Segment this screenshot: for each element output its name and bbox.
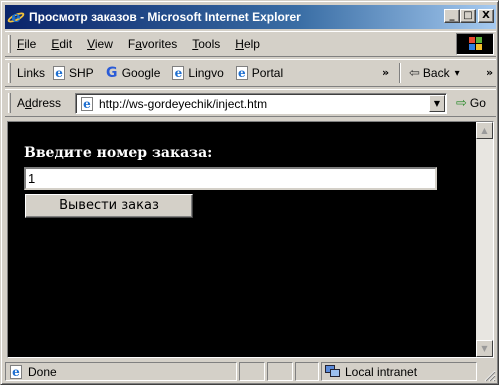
vertical-scrollbar[interactable]: ▲ ▼ — [476, 122, 493, 357]
internet-explorer-icon[interactable]: e — [6, 9, 26, 25]
windows-logo-icon — [469, 37, 483, 51]
go-button[interactable]: ⇨ Go — [456, 95, 486, 111]
links-items: Links e SHP G Google e Lingvo e Portal — [17, 60, 293, 86]
ie-page-icon: e — [234, 65, 250, 81]
status-pane-empty — [295, 362, 319, 381]
zone-text: Local intranet — [345, 364, 418, 379]
maximize-button[interactable]: □ — [460, 9, 476, 23]
toolbar-grip[interactable] — [8, 35, 11, 53]
menu-item-file[interactable]: File — [17, 37, 36, 51]
menu-item-tools[interactable]: Tools — [192, 37, 220, 51]
back-arrow-icon: ⇦ — [409, 65, 420, 80]
address-dropdown-button[interactable]: ▼ — [429, 95, 445, 112]
ie-page-icon: e — [51, 65, 67, 81]
link-portal[interactable]: e Portal — [234, 65, 283, 81]
ie-page-icon: e — [170, 65, 186, 81]
address-url[interactable]: http://ws-gordeyechik/inject.htm — [99, 97, 267, 111]
scroll-down-icon[interactable]: ▼ — [476, 340, 493, 357]
links-bar: Links e SHP G Google e Lingvo e Portal »… — [5, 59, 496, 87]
order-number-input[interactable]: 1 — [24, 167, 437, 190]
address-field[interactable]: e http://ws-gordeyechik/inject.htm ▼ — [75, 93, 447, 114]
ie-page-icon: e — [79, 96, 95, 112]
menu-item-favorites[interactable]: Favorites — [128, 37, 177, 51]
menu-item-edit[interactable]: Edit — [51, 37, 72, 51]
toolbar-separator — [399, 63, 401, 83]
status-pane-empty — [267, 362, 293, 381]
ie-window: e Просмотр заказов - Microsoft Internet … — [0, 0, 499, 385]
link-label: Portal — [251, 66, 284, 80]
window-title: Просмотр заказов - Microsoft Internet Ex… — [29, 10, 301, 24]
title-bar[interactable]: e Просмотр заказов - Microsoft Internet … — [5, 5, 496, 29]
link-label: Lingvo — [188, 66, 224, 80]
menu-items: File Edit View Favorites Tools Help — [17, 32, 275, 56]
back-label: Back — [422, 66, 450, 80]
link-label: SHP — [69, 66, 94, 80]
menu-bar: File Edit View Favorites Tools Help — [5, 31, 496, 57]
page-viewport: Введите номер заказа: 1 Вывести заказ ▲ … — [7, 121, 494, 358]
back-dropdown-icon[interactable]: ▾ — [455, 68, 460, 79]
close-button[interactable]: X — [478, 9, 494, 23]
address-label: Address — [17, 96, 62, 110]
status-text: Done — [28, 364, 57, 379]
go-label: Go — [469, 96, 486, 110]
status-bar: e Done Local intranet — [5, 361, 496, 382]
scroll-up-icon[interactable]: ▲ — [476, 122, 493, 139]
security-zone-pane: Local intranet — [321, 362, 477, 381]
page-body: Введите номер заказа: 1 Вывести заказ — [8, 122, 477, 357]
status-main-pane: e Done — [5, 362, 237, 381]
google-icon: G — [105, 65, 118, 81]
toolbar-grip[interactable] — [8, 93, 11, 113]
caption-buttons: _ □ X — [444, 9, 494, 23]
link-lingvo[interactable]: e Lingvo — [170, 65, 224, 81]
links-label: Links — [17, 66, 46, 80]
menu-item-view[interactable]: View — [87, 37, 113, 51]
local-intranet-icon — [325, 364, 341, 379]
link-label: Google — [121, 66, 161, 80]
link-google[interactable]: G Google — [104, 65, 161, 81]
toolbar-overflow-chevron-icon[interactable]: » — [486, 66, 493, 79]
go-arrow-icon: ⇨ — [456, 95, 467, 110]
status-pane-empty — [239, 362, 265, 381]
address-bar: Address e http://ws-gordeyechik/inject.h… — [5, 89, 496, 117]
order-number-label: Введите номер заказа: — [24, 145, 213, 161]
toolbar-grip[interactable] — [8, 63, 11, 83]
show-order-button[interactable]: Вывести заказ — [25, 194, 193, 218]
windows-logo-throbber — [456, 33, 494, 55]
resize-grip-icon[interactable] — [482, 368, 496, 382]
back-button[interactable]: ⇦ Back ▾ — [409, 65, 460, 81]
minimize-button[interactable]: _ — [444, 9, 460, 23]
link-shp[interactable]: e SHP — [51, 65, 94, 81]
menu-item-help[interactable]: Help — [235, 37, 260, 51]
links-overflow-chevron-icon[interactable]: » — [382, 66, 389, 79]
ie-page-icon: e — [8, 364, 24, 380]
